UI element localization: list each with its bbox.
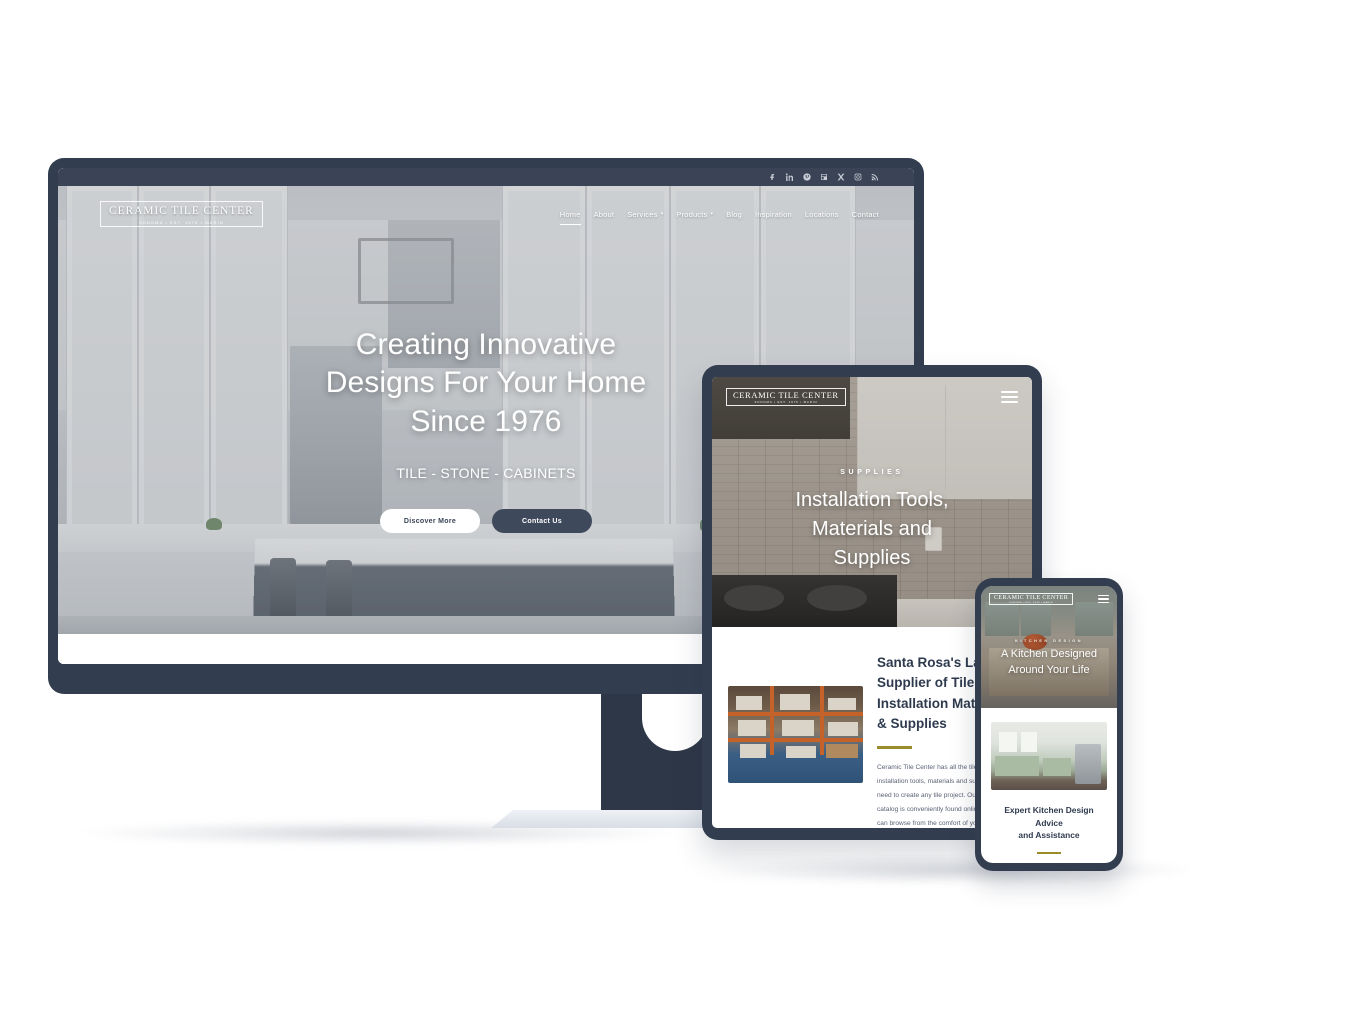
instagram-icon[interactable]: [853, 173, 862, 182]
nav-item-services[interactable]: Services ▾: [627, 210, 663, 219]
hero-headline-line-1: Creating Innovative: [355, 328, 617, 361]
x-twitter-icon[interactable]: [836, 173, 845, 182]
tablet-headline-line-2: Materials and: [811, 518, 933, 540]
tablet-hero-headline: Installation Tools, Materials and Suppli…: [738, 486, 1006, 573]
primary-navigation: Home About Services ▾ Products ▾ Blog In…: [559, 209, 879, 225]
tablet-hero-eyebrow: SUPPLIES: [840, 469, 904, 476]
nav-label: Locations: [804, 209, 839, 219]
pinterest-icon[interactable]: [802, 173, 811, 182]
logo-tagline: SONOMA • EST. 1976 • MARIN: [138, 219, 224, 225]
phone-hero-eyebrow: KITCHEN DESIGN: [1015, 638, 1083, 643]
discover-more-button[interactable]: Discover More: [380, 509, 480, 534]
nav-label: Contact: [851, 209, 879, 219]
nav-item-about[interactable]: About: [594, 210, 615, 219]
nav-item-locations[interactable]: Locations: [805, 210, 839, 219]
nav-item-products[interactable]: Products ▾: [676, 210, 713, 219]
nav-label: Services: [627, 209, 658, 219]
nav-item-inspiration[interactable]: Inspiration: [755, 210, 792, 219]
phone-hero-headline: A Kitchen Designed Around Your Life: [989, 647, 1109, 679]
nav-label: Products: [676, 209, 708, 219]
phone-screen: Ceramic Tile Center SONOMA • EST. 1976 •…: [981, 586, 1117, 863]
phone-device: Ceramic Tile Center SONOMA • EST. 1976 •…: [975, 578, 1123, 871]
gold-divider: [877, 746, 912, 749]
site-logo[interactable]: Ceramic Tile Center SONOMA • EST. 1976 •…: [100, 201, 263, 227]
nav-item-blog[interactable]: Blog: [726, 210, 742, 219]
phone-bezel: Ceramic Tile Center SONOMA • EST. 1976 •…: [975, 578, 1123, 871]
nav-label: About: [593, 209, 615, 219]
phone-content-section: Expert Kitchen Design Advice and Assista…: [981, 708, 1117, 863]
site-logo[interactable]: Ceramic Tile Center SONOMA • EST. 1976 •…: [989, 593, 1074, 605]
linkedin-icon[interactable]: [785, 173, 794, 182]
desktop-navbar: Ceramic Tile Center SONOMA • EST. 1976 •…: [58, 186, 914, 242]
tablet-hero-content: SUPPLIES Installation Tools, Materials a…: [712, 469, 1032, 573]
phone-heading-line-2: and Assistance: [1018, 830, 1080, 841]
contact-us-button[interactable]: Contact Us: [492, 509, 592, 534]
tablet-navbar: Ceramic Tile Center SONOMA • EST. 1976 •…: [712, 377, 1032, 417]
phone-headline-line-1: A Kitchen Designed: [1000, 648, 1097, 660]
warehouse-photo: [728, 686, 863, 783]
gold-divider: [1037, 851, 1061, 854]
nav-label: Home: [559, 209, 581, 219]
phone-heading-line-1: Expert Kitchen Design Advice: [1004, 805, 1094, 828]
rss-icon[interactable]: [870, 173, 879, 182]
kitchen-design-photo: [991, 722, 1107, 790]
facebook-icon[interactable]: [768, 173, 777, 182]
chevron-down-icon: ▾: [710, 211, 714, 217]
site-logo[interactable]: Ceramic Tile Center SONOMA • EST. 1976 •…: [726, 387, 846, 407]
chevron-down-icon: ▾: [660, 211, 664, 217]
nav-item-contact[interactable]: Contact: [852, 210, 879, 219]
social-topbar: [58, 168, 914, 186]
hamburger-menu-icon[interactable]: [1098, 593, 1109, 606]
phone-hero: Ceramic Tile Center SONOMA • EST. 1976 •…: [981, 586, 1117, 708]
tablet-headline-line-3: Supplies: [833, 547, 911, 569]
logo-tagline: SONOMA • EST. 1976 • MARIN: [1009, 601, 1053, 604]
logo-name: Ceramic Tile Center: [109, 205, 254, 218]
device-mockup-scene: Ceramic Tile Center SONOMA • EST. 1976 •…: [0, 0, 1350, 1013]
phone-headline-line-2: Around Your Life: [1008, 663, 1090, 676]
hamburger-menu-icon[interactable]: [1001, 388, 1018, 406]
logo-tagline: SONOMA • EST. 1976 • MARIN: [754, 400, 818, 405]
logo-name: Ceramic Tile Center: [994, 595, 1069, 602]
phone-section-heading: Expert Kitchen Design Advice and Assista…: [991, 804, 1107, 842]
nav-label: Blog: [726, 209, 743, 219]
nav-label: Inspiration: [755, 209, 792, 219]
houzz-icon[interactable]: [819, 173, 828, 182]
phone-section-paragraph: Your kitchen is the heart of your home.: [991, 862, 1107, 864]
logo-name: Ceramic Tile Center: [733, 389, 839, 400]
phone-hero-content: KITCHEN DESIGN A Kitchen Designed Around…: [981, 638, 1117, 679]
tablet-headline-line-1: Installation Tools,: [795, 489, 949, 511]
phone-navbar: Ceramic Tile Center SONOMA • EST. 1976 •…: [981, 586, 1117, 612]
nav-item-home[interactable]: Home: [559, 209, 581, 225]
